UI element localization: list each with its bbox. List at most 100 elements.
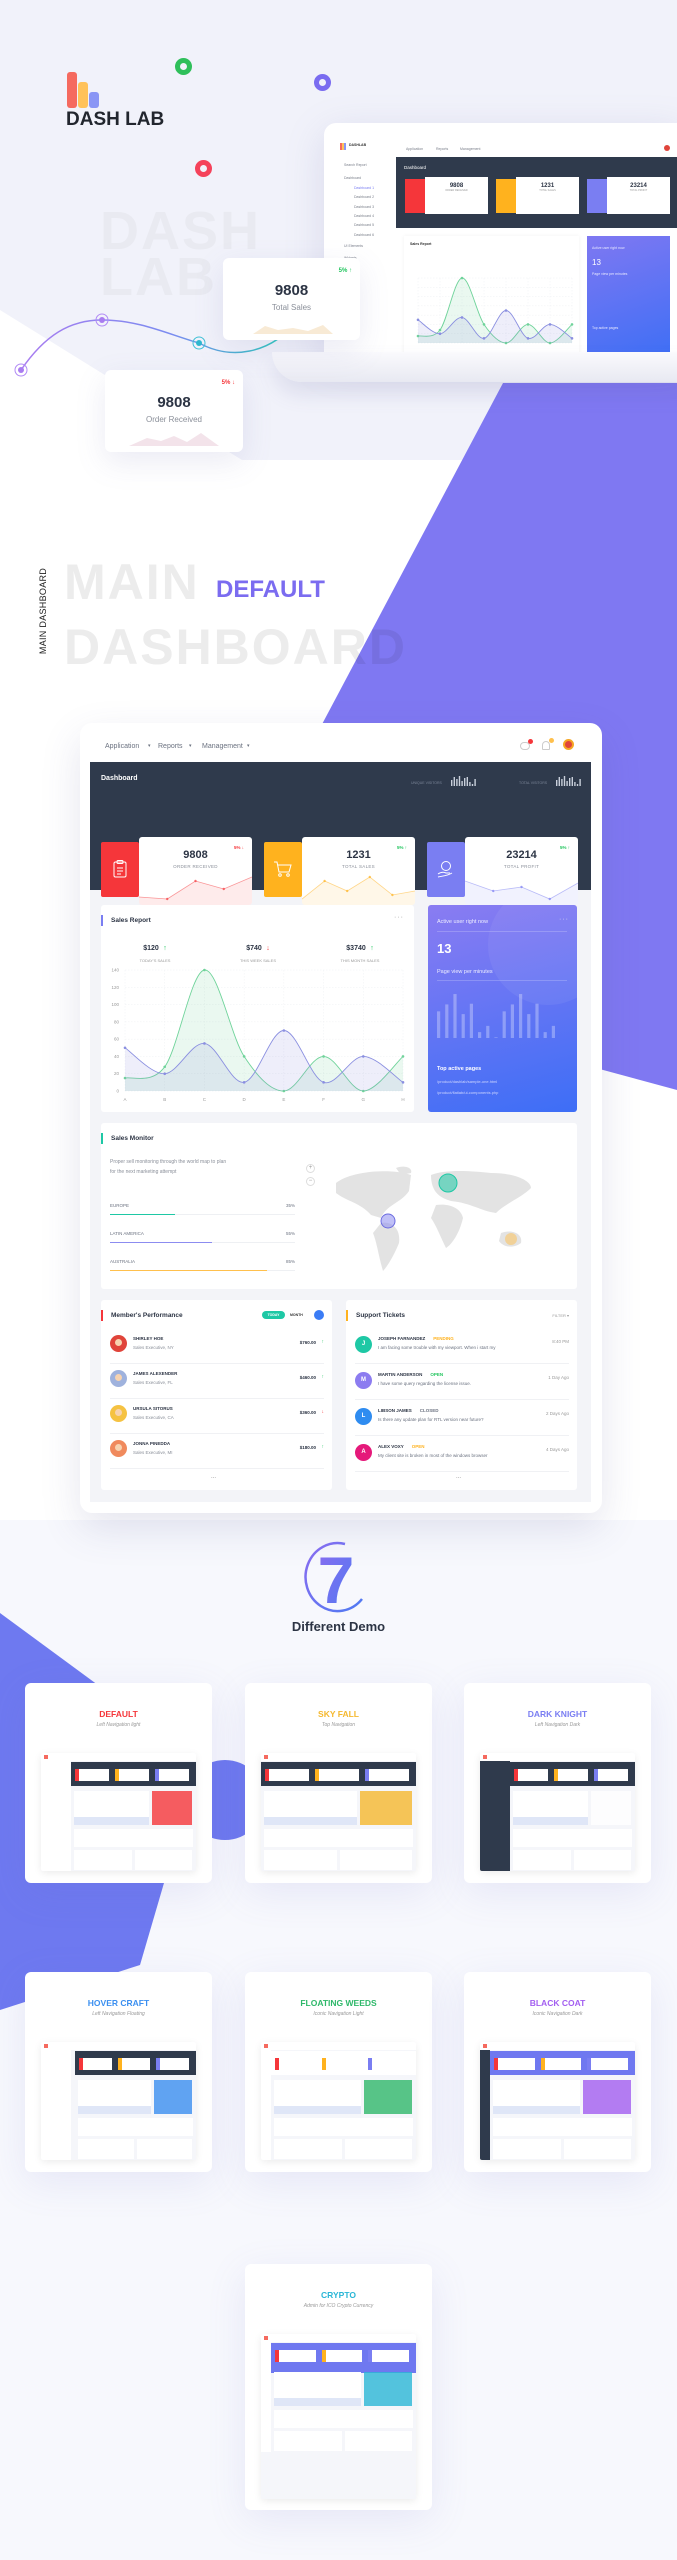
demo-card-black-coat[interactable]: BLACK COAT Iconic Navigation Dark — [464, 1972, 651, 2172]
stat-sparkline — [139, 876, 252, 905]
thumb-stat — [155, 1769, 189, 1781]
thumb-list-panel — [344, 2431, 412, 2451]
more-options-icon[interactable]: ··· — [559, 916, 569, 923]
stat-sparkline — [465, 880, 578, 905]
map-zoom-out-button[interactable]: − — [306, 1177, 315, 1186]
filter-dropdown[interactable]: FILTER ▾ — [552, 1313, 569, 1318]
chat-icon[interactable] — [520, 739, 533, 750]
arrow-down-icon: ↓ — [321, 1409, 325, 1415]
active-users-count: 13 — [437, 941, 452, 956]
page-view-bars — [437, 994, 555, 1038]
demo-title: BLACK COAT — [529, 1998, 586, 2008]
thumb-topbar — [41, 2042, 196, 2050]
thumb-stat — [117, 2058, 151, 2070]
demo-card-default[interactable]: DEFAULT Left Navigation light — [25, 1683, 212, 1883]
laptop-sales-report: Sales Report — [404, 236, 579, 353]
laptop-active-subtitle: Page view per minutes — [592, 272, 628, 276]
laptop-stat-card: 23214 TOTAL PROFIT — [607, 177, 670, 214]
member-row[interactable]: URSULA SITORUS Sales Executive, CA $360.00… — [110, 1399, 324, 1434]
ticket-row[interactable]: J JOSEPH FARNANDEZ PENDING I am facing some… — [355, 1328, 569, 1364]
thumb-side-panel — [591, 1791, 631, 1825]
curve-node — [14, 363, 28, 377]
stat-card[interactable]: 5% ↓ 9808 ORDER RECEIVED — [139, 837, 252, 905]
member-role: Sales Executive, MI — [133, 1450, 173, 1455]
top-page-link[interactable]: /product/flatlab/ui-components.php — [437, 1090, 498, 1095]
bell-icon[interactable] — [542, 738, 554, 750]
laptop-avatar — [664, 145, 670, 151]
thumb-topbar — [261, 1753, 416, 1761]
more-tickets-button[interactable]: ... — [456, 1474, 461, 1480]
thumb-stat — [368, 2350, 409, 2362]
unique-visitors-label: UNIQUE VISITORS — [411, 781, 442, 785]
ticket-row[interactable]: L LIBSON JAMES CLOSED Is there any update p… — [355, 1400, 569, 1436]
visitor-bar — [471, 784, 474, 786]
nav-reports[interactable]: Reports — [158, 743, 183, 750]
data-point — [163, 1072, 167, 1076]
tab-month[interactable]: MONTH — [290, 1313, 303, 1317]
demo-card-hover-craft[interactable]: HOVER CRAFT Left Navigation Floating — [25, 1972, 212, 2172]
thumb-list-panel — [339, 1850, 412, 1870]
ticket-author: MARTIN ANDERSON OPEN — [378, 1372, 443, 1377]
laptop-brand: DASHLAB — [349, 143, 367, 147]
y-tick-label: 0 — [116, 1089, 119, 1094]
thumb-stat — [265, 1769, 309, 1781]
brand-name: DASH LAB — [66, 109, 165, 130]
demo-card-crypto[interactable]: CRYPTO Admin for ICO Crypto Currency — [245, 2264, 432, 2510]
laptop-sidebar-item: UI Elements — [344, 244, 364, 248]
thumb-chart-panel — [513, 1791, 588, 1825]
world-map[interactable] — [331, 1163, 541, 1273]
member-row[interactable]: SHIRLEY HOE Sales Executive, NY $760.00 ↑ — [110, 1329, 324, 1364]
thumb-stat — [587, 2058, 628, 2070]
demo-card-dark-knight[interactable]: DARK KNIGHT Left Navigation Dark — [464, 1683, 651, 1883]
member-row[interactable]: JAMES ALEXENDER Sales Executive, FL $460.0… — [110, 1364, 324, 1399]
demo-card-sky-fall[interactable]: SKY FALL Top Navigation — [245, 1683, 432, 1883]
laptop-logo — [340, 143, 346, 150]
pause-button[interactable] — [314, 1310, 324, 1320]
data-point — [482, 337, 486, 340]
thumb-list-panel — [78, 2139, 134, 2159]
unique-visitors-bars — [451, 776, 476, 786]
map-zoom-in-button[interactable]: + — [306, 1164, 315, 1173]
section-watermark-1: MAIN — [64, 554, 200, 610]
nav-application[interactable]: Application — [105, 743, 139, 750]
ticket-row[interactable]: A ALEX VOXY OPEN My client site is broken i… — [355, 1436, 569, 1472]
stat-card[interactable]: 5% ↑ 1231 TOTAL SALES — [302, 837, 415, 905]
nav-management[interactable]: Management — [202, 743, 243, 750]
float-label: Total Sales — [271, 303, 312, 312]
visitor-bar — [566, 781, 568, 786]
top-page-link[interactable]: /product/dashlab/sample-one.html — [437, 1079, 497, 1084]
stat-card[interactable]: 5% ↑ 23214 TOTAL PROFIT — [465, 837, 578, 905]
region-percent: 35% — [285, 1203, 295, 1208]
tab-today[interactable]: TODAY — [262, 1311, 285, 1319]
page-view-bar — [445, 1004, 449, 1038]
demo-subtitle: Admin for ICO Crypto Currency — [303, 2303, 374, 2309]
thumb-list-panel — [264, 1850, 337, 1870]
y-tick-label: 60 — [114, 1037, 120, 1042]
brand-watermark-2: LAB — [100, 247, 217, 307]
user-avatar[interactable] — [563, 739, 574, 750]
demo-card-floating-weeds[interactable]: FLOATING WEEDS Iconic Navigation Light — [245, 1972, 432, 2172]
sparkline-point — [194, 879, 197, 883]
stat-value: 23214 — [506, 849, 537, 861]
member-name: JAMES ALEXENDER — [133, 1371, 178, 1376]
laptop-stat-icon-box — [496, 179, 517, 213]
thumb-stat — [514, 1769, 548, 1781]
laptop-sidebar-item: Dashboard 3 — [354, 205, 375, 209]
stat-label: ORDER RECEIVED — [173, 864, 218, 869]
change-down-badge: 5% ↓ — [233, 845, 244, 850]
thumb-chart-panel — [264, 1791, 357, 1825]
visitor-bar — [461, 781, 463, 786]
y-tick-label: 140 — [111, 968, 119, 973]
member-name: SHIRLEY HOE — [133, 1336, 164, 1341]
member-row[interactable]: JONNA PINEDDA Sales Executive, MI $180.00 ↑ — [110, 1434, 324, 1469]
data-point — [242, 1081, 246, 1084]
thumb-map-panel — [74, 1829, 193, 1847]
more-members-button[interactable]: ... — [211, 1474, 216, 1480]
visitor-bar — [458, 776, 461, 786]
thumb-list-panel — [344, 2139, 412, 2159]
total-visitors-label: TOTAL VISITORS — [519, 781, 548, 785]
ticket-row[interactable]: M MARTIN ANDERSON OPEN I have some query re… — [355, 1364, 569, 1400]
thumb-stat — [115, 1769, 149, 1781]
demo-screenshot — [261, 1753, 416, 1871]
demo-screenshot — [261, 2334, 416, 2499]
